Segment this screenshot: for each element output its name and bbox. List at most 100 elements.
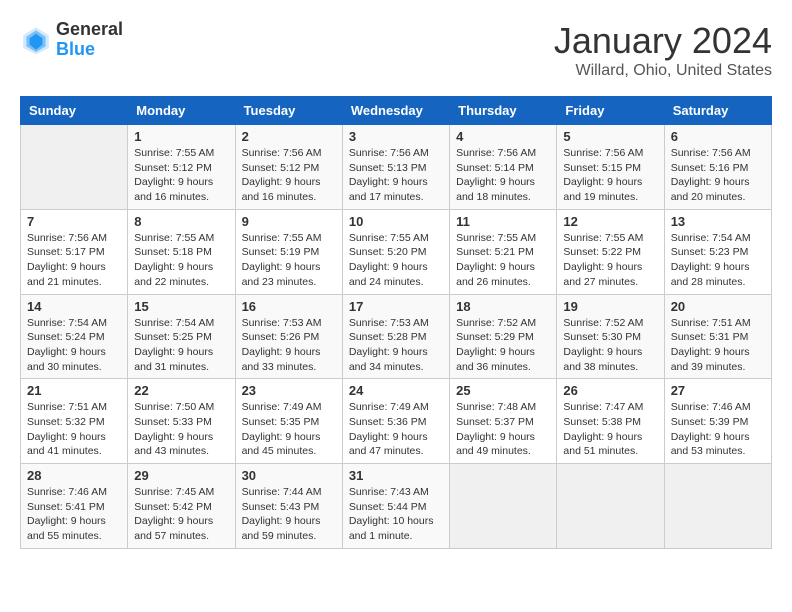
day-cell: 1 Sunrise: 7:55 AMSunset: 5:12 PMDaylight…	[128, 125, 235, 210]
day-info: Sunrise: 7:54 AMSunset: 5:25 PMDaylight:…	[134, 316, 228, 375]
day-cell: 7 Sunrise: 7:56 AMSunset: 5:17 PMDaylight…	[21, 209, 128, 294]
day-info: Sunrise: 7:52 AMSunset: 5:30 PMDaylight:…	[563, 316, 657, 375]
calendar-header: SundayMondayTuesdayWednesdayThursdayFrid…	[21, 97, 772, 125]
day-number: 27	[671, 383, 765, 398]
day-cell: 14 Sunrise: 7:54 AMSunset: 5:24 PMDayligh…	[21, 294, 128, 379]
day-info: Sunrise: 7:46 AMSunset: 5:39 PMDaylight:…	[671, 400, 765, 459]
day-info: Sunrise: 7:54 AMSunset: 5:24 PMDaylight:…	[27, 316, 121, 375]
day-number: 5	[563, 129, 657, 144]
day-number: 25	[456, 383, 550, 398]
title-block: January 2024 Willard, Ohio, United State…	[554, 20, 772, 80]
day-number: 14	[27, 299, 121, 314]
day-cell: 31Sunrise: 7:43 AMSunset: 5:44 PMDayligh…	[342, 464, 449, 549]
day-number: 13	[671, 214, 765, 229]
location: Willard, Ohio, United States	[554, 62, 772, 80]
day-number: 24	[349, 383, 443, 398]
day-number: 9	[242, 214, 336, 229]
day-number: 19	[563, 299, 657, 314]
day-info: Sunrise: 7:56 AMSunset: 5:13 PMDaylight:…	[349, 146, 443, 205]
day-info: Sunrise: 7:55 AMSunset: 5:20 PMDaylight:…	[349, 231, 443, 290]
day-info: Sunrise: 7:46 AMSunset: 5:41 PMDaylight:…	[27, 485, 121, 544]
day-number: 20	[671, 299, 765, 314]
day-number: 29	[134, 468, 228, 483]
day-number: 7	[27, 214, 121, 229]
day-cell: 15 Sunrise: 7:54 AMSunset: 5:25 PMDayligh…	[128, 294, 235, 379]
day-number: 11	[456, 214, 550, 229]
day-cell: 29 Sunrise: 7:45 AMSunset: 5:42 PMDayligh…	[128, 464, 235, 549]
day-number: 10	[349, 214, 443, 229]
day-info: Sunrise: 7:53 AMSunset: 5:28 PMDaylight:…	[349, 316, 443, 375]
week-row-1: 1 Sunrise: 7:55 AMSunset: 5:12 PMDaylight…	[21, 125, 772, 210]
day-cell: 3 Sunrise: 7:56 AMSunset: 5:13 PMDaylight…	[342, 125, 449, 210]
calendar-table: SundayMondayTuesdayWednesdayThursdayFrid…	[20, 96, 772, 549]
day-number: 31	[349, 468, 443, 483]
day-number: 6	[671, 129, 765, 144]
day-number: 21	[27, 383, 121, 398]
day-number: 16	[242, 299, 336, 314]
day-cell	[664, 464, 771, 549]
header-cell-saturday: Saturday	[664, 97, 771, 125]
day-number: 3	[349, 129, 443, 144]
day-number: 26	[563, 383, 657, 398]
week-row-5: 28 Sunrise: 7:46 AMSunset: 5:41 PMDayligh…	[21, 464, 772, 549]
day-number: 18	[456, 299, 550, 314]
day-cell: 22 Sunrise: 7:50 AMSunset: 5:33 PMDayligh…	[128, 379, 235, 464]
day-cell: 20Sunrise: 7:51 AMSunset: 5:31 PMDayligh…	[664, 294, 771, 379]
day-cell: 30 Sunrise: 7:44 AMSunset: 5:43 PMDayligh…	[235, 464, 342, 549]
week-row-2: 7 Sunrise: 7:56 AMSunset: 5:17 PMDaylight…	[21, 209, 772, 294]
day-cell: 16 Sunrise: 7:53 AMSunset: 5:26 PMDayligh…	[235, 294, 342, 379]
header-cell-tuesday: Tuesday	[235, 97, 342, 125]
day-cell: 12Sunrise: 7:55 AMSunset: 5:22 PMDayligh…	[557, 209, 664, 294]
day-number: 28	[27, 468, 121, 483]
day-cell: 11Sunrise: 7:55 AMSunset: 5:21 PMDayligh…	[450, 209, 557, 294]
day-info: Sunrise: 7:56 AMSunset: 5:17 PMDaylight:…	[27, 231, 121, 290]
day-cell	[21, 125, 128, 210]
day-info: Sunrise: 7:56 AMSunset: 5:12 PMDaylight:…	[242, 146, 336, 205]
day-info: Sunrise: 7:55 AMSunset: 5:18 PMDaylight:…	[134, 231, 228, 290]
day-info: Sunrise: 7:56 AMSunset: 5:15 PMDaylight:…	[563, 146, 657, 205]
day-number: 4	[456, 129, 550, 144]
calendar-body: 1 Sunrise: 7:55 AMSunset: 5:12 PMDaylight…	[21, 125, 772, 549]
day-info: Sunrise: 7:55 AMSunset: 5:19 PMDaylight:…	[242, 231, 336, 290]
day-cell: 8Sunrise: 7:55 AMSunset: 5:18 PMDaylight…	[128, 209, 235, 294]
day-cell: 26 Sunrise: 7:47 AMSunset: 5:38 PMDayligh…	[557, 379, 664, 464]
day-number: 15	[134, 299, 228, 314]
month-title: January 2024	[554, 20, 772, 62]
logo-general: General	[56, 20, 123, 40]
header-cell-wednesday: Wednesday	[342, 97, 449, 125]
day-info: Sunrise: 7:44 AMSunset: 5:43 PMDaylight:…	[242, 485, 336, 544]
day-info: Sunrise: 7:50 AMSunset: 5:33 PMDaylight:…	[134, 400, 228, 459]
day-cell: 27 Sunrise: 7:46 AMSunset: 5:39 PMDayligh…	[664, 379, 771, 464]
day-cell: 18Sunrise: 7:52 AMSunset: 5:29 PMDayligh…	[450, 294, 557, 379]
day-cell: 2Sunrise: 7:56 AMSunset: 5:12 PMDaylight…	[235, 125, 342, 210]
day-info: Sunrise: 7:54 AMSunset: 5:23 PMDaylight:…	[671, 231, 765, 290]
header-cell-sunday: Sunday	[21, 97, 128, 125]
day-cell: 25Sunrise: 7:48 AMSunset: 5:37 PMDayligh…	[450, 379, 557, 464]
day-cell: 19 Sunrise: 7:52 AMSunset: 5:30 PMDayligh…	[557, 294, 664, 379]
day-info: Sunrise: 7:51 AMSunset: 5:32 PMDaylight:…	[27, 400, 121, 459]
header-row: SundayMondayTuesdayWednesdayThursdayFrid…	[21, 97, 772, 125]
day-number: 23	[242, 383, 336, 398]
day-number: 30	[242, 468, 336, 483]
header-cell-friday: Friday	[557, 97, 664, 125]
day-info: Sunrise: 7:53 AMSunset: 5:26 PMDaylight:…	[242, 316, 336, 375]
week-row-3: 14 Sunrise: 7:54 AMSunset: 5:24 PMDayligh…	[21, 294, 772, 379]
day-info: Sunrise: 7:47 AMSunset: 5:38 PMDaylight:…	[563, 400, 657, 459]
header-cell-thursday: Thursday	[450, 97, 557, 125]
day-cell: 9 Sunrise: 7:55 AMSunset: 5:19 PMDaylight…	[235, 209, 342, 294]
logo-blue: Blue	[56, 40, 123, 60]
day-cell: 4 Sunrise: 7:56 AMSunset: 5:14 PMDaylight…	[450, 125, 557, 210]
day-number: 1	[134, 129, 228, 144]
logo-text: General Blue	[56, 20, 123, 60]
logo-icon	[20, 24, 52, 56]
day-info: Sunrise: 7:49 AMSunset: 5:36 PMDaylight:…	[349, 400, 443, 459]
day-number: 12	[563, 214, 657, 229]
day-cell: 23Sunrise: 7:49 AMSunset: 5:35 PMDayligh…	[235, 379, 342, 464]
day-number: 22	[134, 383, 228, 398]
page-header: General Blue January 2024 Willard, Ohio,…	[20, 20, 772, 80]
header-cell-monday: Monday	[128, 97, 235, 125]
day-info: Sunrise: 7:56 AMSunset: 5:14 PMDaylight:…	[456, 146, 550, 205]
logo: General Blue	[20, 20, 123, 60]
day-info: Sunrise: 7:55 AMSunset: 5:12 PMDaylight:…	[134, 146, 228, 205]
day-info: Sunrise: 7:45 AMSunset: 5:42 PMDaylight:…	[134, 485, 228, 544]
